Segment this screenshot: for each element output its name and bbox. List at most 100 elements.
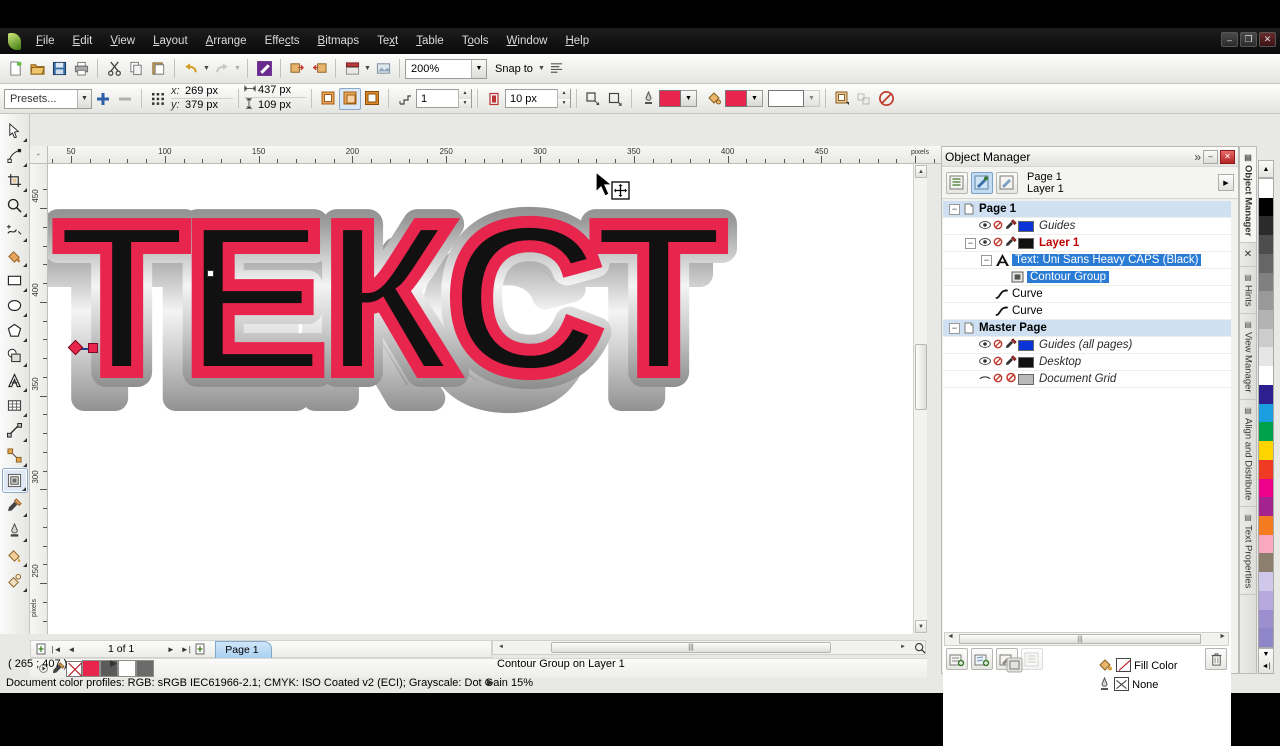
object-tree-row[interactable]: Curve	[943, 286, 1231, 303]
object-tree-row[interactable]: − Page 1	[943, 201, 1231, 218]
undo-dropdown-icon[interactable]: ▼	[202, 58, 211, 80]
paste-icon[interactable]	[147, 58, 169, 80]
layer-printable-icon[interactable]	[992, 237, 1005, 250]
print-icon[interactable]	[70, 58, 92, 80]
menu-text[interactable]: Text	[368, 32, 407, 50]
layer-color-chip[interactable]	[1018, 220, 1034, 232]
zoom-level-combobox[interactable]: 200% ▼	[405, 58, 487, 79]
contour-inside-icon[interactable]	[339, 87, 361, 110]
contour-steps-field[interactable]: 1 ▲ ▼	[416, 89, 472, 108]
object-tree-row[interactable]: − Master Page	[943, 320, 1231, 337]
outline-tool[interactable]	[2, 518, 28, 543]
layer-printable-icon[interactable]	[992, 356, 1005, 369]
palette-color-swatch[interactable]	[1259, 534, 1273, 554]
layer-editable-icon[interactable]	[1005, 372, 1018, 386]
object-tree-row[interactable]: − Layer 1	[943, 235, 1231, 252]
layer-printable-icon[interactable]	[992, 220, 1005, 233]
contour-node-handle[interactable]	[207, 270, 214, 277]
menu-edit[interactable]: Edit	[64, 32, 102, 50]
pick-tool[interactable]	[2, 118, 28, 143]
docker-tab-text-properties[interactable]: ▤ Text Properties	[1240, 507, 1256, 596]
palette-color-swatch[interactable]	[1259, 497, 1273, 516]
vertical-ruler[interactable]: 450 400 350 300 250 pixels	[30, 164, 48, 634]
layer-color-chip[interactable]	[1018, 373, 1034, 385]
presets-combobox[interactable]: Presets... ▼	[4, 88, 92, 109]
tree-expander-icon[interactable]: −	[949, 322, 960, 334]
docker-tab-view-manager[interactable]: ▤ View Manager	[1240, 314, 1256, 400]
interactive-fill-tool[interactable]	[2, 568, 28, 593]
object-anchor-icon[interactable]	[147, 88, 169, 110]
object-size-fields[interactable]: 437 px 109 px	[244, 84, 306, 113]
edit-across-layers-button[interactable]	[971, 171, 993, 194]
contour-end-handle[interactable]	[88, 343, 98, 353]
zoom-dropdown-arrow-icon[interactable]: ▼	[471, 59, 486, 78]
palette-scroll-up-icon[interactable]: ▲	[1258, 160, 1274, 178]
object-tree-row[interactable]: Curve	[943, 303, 1231, 320]
bitmap-preview-icon[interactable]	[372, 58, 394, 80]
layer-manager-view-button[interactable]	[996, 171, 1018, 194]
straight-line-connector-tool[interactable]	[2, 443, 28, 468]
contour-outside-icon[interactable]	[361, 88, 383, 110]
open-icon[interactable]	[26, 58, 48, 80]
object-position-fields[interactable]: x: 269 px y: 379 px	[171, 85, 233, 112]
palette-color-swatch[interactable]	[1259, 553, 1273, 573]
menu-effects[interactable]: Effects	[256, 32, 309, 50]
menu-tools[interactable]: Tools	[453, 32, 498, 50]
menu-layout[interactable]: Layout	[144, 32, 197, 50]
palette-color-swatch[interactable]	[1259, 216, 1273, 236]
fill-none-swatch-icon[interactable]	[1116, 658, 1132, 672]
close-docker-icon[interactable]: ✕	[1240, 243, 1256, 268]
zoom-tool[interactable]	[2, 193, 28, 218]
palette-color-swatch[interactable]	[1259, 459, 1273, 479]
artwork-text-object[interactable]: ТЕКСТ ТЕКСТ ТЕКСТ ТЕКСТ ТЕКСТ	[48, 194, 925, 524]
layer-visibility-icon[interactable]	[979, 339, 992, 352]
layer-editable-icon[interactable]	[1005, 236, 1018, 250]
layer-color-chip[interactable]	[1018, 356, 1034, 368]
palette-color-swatch[interactable]	[1259, 366, 1273, 385]
redo-icon[interactable]	[211, 58, 233, 80]
table-tool[interactable]	[2, 393, 28, 418]
layer-visibility-icon[interactable]	[979, 356, 992, 369]
docker-tab-align-and-distribute[interactable]: ▤ Align and Distribute	[1240, 400, 1256, 507]
object-tree-row[interactable]: Guides (all pages)	[943, 337, 1231, 354]
wrap-paragraph-text-icon[interactable]	[853, 88, 875, 110]
basic-shapes-tool[interactable]	[2, 343, 28, 368]
contour-outline-color-dropdown-icon[interactable]: ▼	[681, 90, 697, 107]
options-icon[interactable]	[546, 58, 568, 80]
horizontal-ruler[interactable]: 50 100 150 200 250 300 350 400 450 pixels	[48, 146, 942, 164]
palette-color-swatch[interactable]	[1259, 347, 1273, 367]
application-launcher-icon[interactable]	[253, 58, 275, 80]
contour-to-center-icon[interactable]	[317, 88, 339, 110]
layer-color-chip[interactable]	[1018, 339, 1034, 351]
y-value[interactable]: 379 px	[185, 99, 233, 112]
close-button[interactable]: ✕	[1259, 32, 1276, 47]
save-icon[interactable]	[48, 58, 70, 80]
docker-tab-hints[interactable]: ▤ Hints	[1240, 267, 1256, 314]
import-icon[interactable]	[286, 58, 308, 80]
palette-color-swatch[interactable]	[1259, 291, 1273, 311]
blend-contour-tool[interactable]	[1, 468, 28, 493]
object-tree-row[interactable]: Guides	[943, 218, 1231, 235]
layer-editable-icon[interactable]	[1005, 219, 1018, 233]
palette-color-swatch[interactable]	[1259, 384, 1273, 404]
copy-icon[interactable]	[125, 58, 147, 80]
menu-bitmaps[interactable]: Bitmaps	[309, 32, 369, 50]
contour-offset-field[interactable]: 10 px ▲ ▼	[505, 89, 571, 108]
docker-close-button[interactable]: ✕	[1220, 149, 1235, 164]
height-value[interactable]: 109 px	[258, 99, 306, 112]
contour-fill-color-swatch[interactable]	[725, 90, 747, 107]
publish-dropdown-icon[interactable]: ▼	[363, 58, 372, 80]
palette-color-swatch[interactable]	[1259, 441, 1273, 460]
docker-options-flyout-icon[interactable]: ▶	[1218, 174, 1234, 191]
freehand-tool[interactable]	[2, 218, 28, 243]
palette-color-swatch[interactable]	[1259, 590, 1273, 610]
layer-visibility-icon[interactable]	[979, 373, 992, 386]
ellipse-tool[interactable]	[2, 293, 28, 318]
contour-offset-spinner[interactable]: ▲ ▼	[557, 89, 570, 108]
copy-contour-properties-icon[interactable]	[831, 88, 853, 110]
snap-to-control[interactable]: Snap to ▼	[495, 58, 546, 80]
menu-table[interactable]: Table	[407, 32, 453, 50]
palette-color-swatch[interactable]	[1259, 609, 1273, 629]
minus-icon[interactable]	[114, 88, 136, 110]
palette-color-swatch[interactable]	[1259, 572, 1273, 591]
